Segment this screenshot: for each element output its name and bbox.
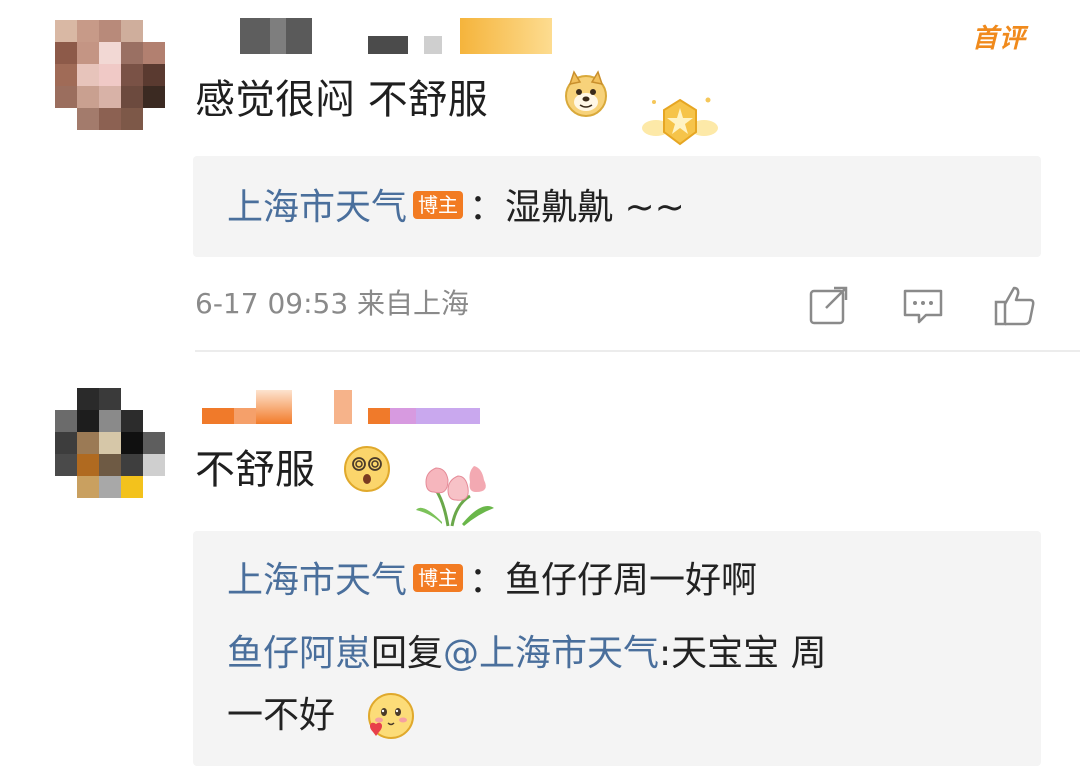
comment-text: 感觉很闷 不舒服 <box>195 76 488 124</box>
divider <box>195 350 1080 352</box>
reply-text: 鱼仔仔周一好啊 <box>505 560 758 601</box>
avatar[interactable] <box>55 20 165 130</box>
share-icon[interactable] <box>806 282 852 328</box>
doge-emoji <box>562 70 610 118</box>
reply-line: 上海市天气 博主 ：湿鼽鼽 ~~ <box>227 186 685 230</box>
comment-body: 感觉很闷 不舒服 <box>195 77 488 123</box>
sub-reply-verb: 回复 <box>371 633 444 674</box>
reply-colon: ： <box>469 187 506 228</box>
sub-reply-line: 一不好 <box>227 694 335 738</box>
sub-reply-line: 鱼仔阿崽回复@上海市天气:天宝宝 周 <box>227 632 827 676</box>
reply-box[interactable]: 上海市天气 博主 ：鱼仔仔周一好啊 鱼仔阿崽回复@上海市天气:天宝宝 周 一不好 <box>193 531 1041 766</box>
blogger-badge: 博主 <box>413 191 464 219</box>
reply-author-link[interactable]: 上海市天气 <box>227 187 407 228</box>
sub-reply-text: 一不好 <box>227 695 336 736</box>
reply-line: 上海市天气 博主 ：鱼仔仔周一好啊 <box>227 559 757 603</box>
blogger-badge: 博主 <box>413 564 464 592</box>
first-comment-tag: 首评 <box>972 24 1027 54</box>
comment-icon[interactable] <box>900 282 946 328</box>
crown-badge-icon <box>640 94 720 152</box>
sub-reply-text: :天宝宝 周 <box>659 633 827 674</box>
sub-reply-author-link[interactable]: 鱼仔阿崽 <box>227 633 371 674</box>
tulip-icon <box>412 452 500 530</box>
reply-colon: ： <box>469 560 506 601</box>
blushing-heart-emoji <box>363 690 417 744</box>
comment-text: 不舒服 <box>195 446 315 494</box>
reply-text: 湿鼽鼽 ~~ <box>505 187 685 228</box>
avatar[interactable] <box>55 388 165 498</box>
comment-body: 不舒服 <box>195 447 315 493</box>
reply-author-link[interactable]: 上海市天气 <box>227 560 407 601</box>
mention-link[interactable]: @上海市天气 <box>443 633 659 674</box>
dizzy-face-emoji <box>342 444 392 494</box>
reply-box[interactable]: 上海市天气 博主 ：湿鼽鼽 ~~ <box>193 156 1041 257</box>
comment-meta: 6-17 09:53 来自上海 <box>195 287 470 320</box>
like-icon[interactable] <box>992 282 1038 328</box>
